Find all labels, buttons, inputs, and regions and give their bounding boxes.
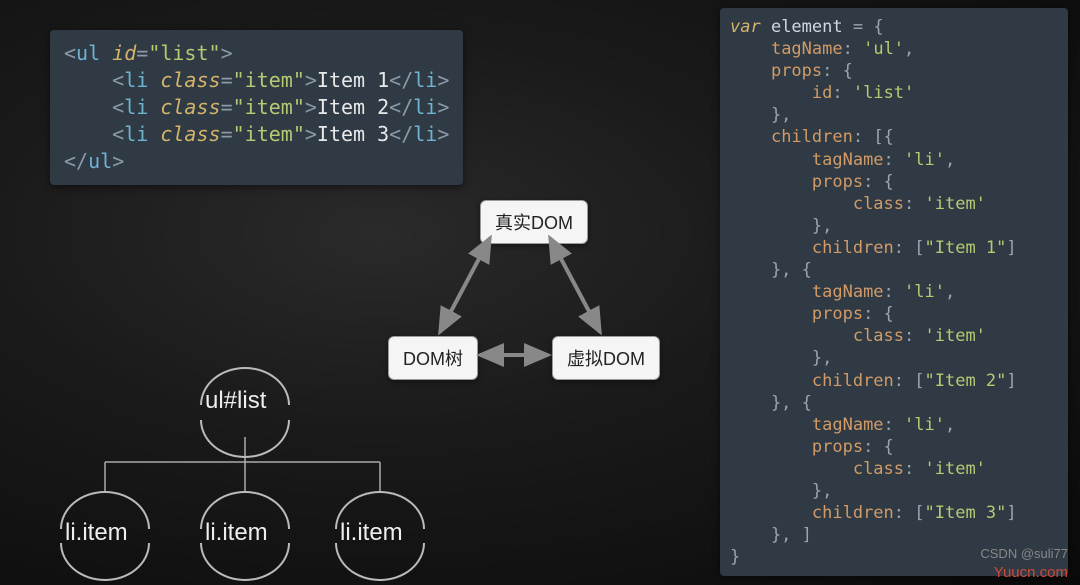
- tree-child-label: li.item: [205, 519, 268, 547]
- tree-child-label: li.item: [65, 519, 128, 547]
- code-content: var element = { tagName: 'ul', props: { …: [730, 16, 1058, 568]
- html-code-block: <ul id="list"> <li class="item">Item 1</…: [50, 30, 463, 185]
- paren-decoration: [335, 543, 425, 581]
- js-code-block: var element = { tagName: 'ul', props: { …: [720, 8, 1068, 576]
- dom-tree-diagram: ul#list li.item li.item li.item: [50, 387, 450, 547]
- watermark-yuucn: Yuucn.com: [994, 564, 1068, 581]
- tree-child-label: li.item: [340, 519, 403, 547]
- paren-decoration: [200, 543, 290, 581]
- paren-decoration: [60, 543, 150, 581]
- node-virtual-dom: 虚拟DOM: [552, 336, 660, 380]
- watermark-csdn: CSDN @suli77: [980, 546, 1068, 561]
- node-dom-tree: DOM树: [388, 336, 478, 380]
- node-real-dom: 真实DOM: [480, 200, 588, 244]
- code-content: <ul id="list"> <li class="item">Item 1</…: [64, 40, 449, 175]
- tree-root-label: ul#list: [205, 387, 266, 415]
